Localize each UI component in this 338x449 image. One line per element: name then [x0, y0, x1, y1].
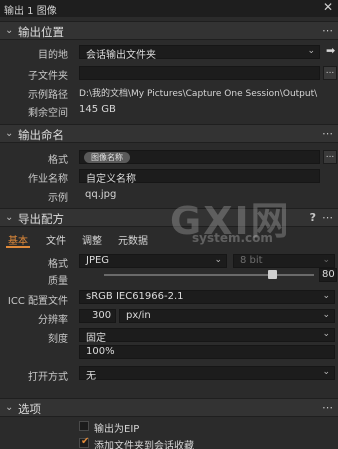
quality-value: 80	[322, 269, 335, 280]
job-name-value: 自定义名称	[86, 174, 136, 185]
format-label: 格式	[48, 155, 68, 166]
more-icon[interactable]: ⋯	[322, 24, 333, 37]
resolution-label: 分辨率	[38, 315, 68, 326]
section-header-output-location[interactable]: ⌄ 输出位置 ⋯	[0, 21, 338, 40]
help-icon[interactable]: ?	[310, 211, 316, 224]
active-tab-indicator	[6, 246, 30, 248]
example-label: 示例	[48, 193, 68, 204]
checkmark-icon: ✔	[81, 436, 90, 447]
window-title: 输出 1 图像	[4, 6, 57, 17]
format-edit-button[interactable]: ...	[323, 150, 337, 164]
eip-label: 输出为EIP	[94, 424, 140, 435]
tab-metadata[interactable]: 元数据	[118, 232, 148, 247]
space-value: 145 GB	[79, 104, 116, 115]
resolution-unit-select[interactable]: px/in ⌄	[119, 309, 335, 323]
add-to-album-checkbox[interactable]: ✔	[79, 436, 90, 448]
dropdown-arrow-icon: ⌄	[214, 255, 222, 265]
section-title: 选项	[18, 402, 41, 416]
icc-profile-select[interactable]: sRGB IEC61966-2.1 ⌄	[79, 290, 335, 304]
destination-value: 会话输出文件夹	[86, 50, 156, 61]
subfolder-input[interactable]	[79, 66, 320, 80]
dropdown-arrow-icon: ⌄	[322, 291, 330, 301]
chevron-down-icon: ⌄	[5, 128, 14, 139]
resolution-value: 300	[92, 310, 112, 321]
add-to-album-label: 添加文件夹到会话收藏	[94, 441, 194, 449]
subfolder-browse-button[interactable]: ...	[323, 66, 337, 80]
section-title: 输出位置	[18, 25, 64, 39]
watermark-subtext: system.com	[192, 231, 273, 245]
dropdown-arrow-icon: ⌄	[322, 329, 330, 339]
section-title: 导出配方	[18, 212, 64, 226]
scale-value: 固定	[86, 333, 106, 344]
resolution-unit-value: px/in	[126, 310, 151, 321]
destination-select[interactable]: 会话输出文件夹 ⌄	[79, 45, 320, 61]
more-icon[interactable]: ⋯	[322, 211, 333, 224]
section-title: 输出命名	[18, 128, 64, 142]
open-with-value: 无	[86, 371, 96, 382]
dropdown-arrow-icon: ⌄	[322, 255, 330, 265]
eip-checkbox[interactable]	[79, 421, 89, 431]
tab-adjust[interactable]: 调整	[82, 232, 102, 247]
file-format-select[interactable]: JPEG ⌄	[79, 254, 227, 268]
naming-format-field[interactable]: 图像名称	[79, 150, 320, 164]
more-icon[interactable]: ⋯	[322, 401, 333, 414]
space-label: 剩余空间	[28, 108, 68, 119]
scale-percent-value: 100%	[86, 346, 115, 357]
icc-profile-label: ICC 配置文件	[7, 296, 68, 307]
title-bar: 输出 1 图像 ✕	[0, 0, 338, 17]
open-with-label: 打开方式	[28, 372, 68, 383]
chevron-down-icon: ⌄	[5, 212, 14, 223]
dropdown-arrow-icon: ⌄	[322, 367, 330, 377]
open-with-select[interactable]: 无 ⌄	[79, 366, 335, 382]
dropdown-arrow-icon: ⌄	[307, 46, 315, 56]
sample-path-value: D:\我的文档\My Pictures\Capture One Session\…	[79, 89, 318, 99]
tab-file[interactable]: 文件	[46, 232, 66, 247]
format-label: 格式	[48, 259, 68, 270]
chevron-down-icon: ⌄	[5, 402, 14, 413]
close-icon[interactable]: ✕	[323, 0, 333, 14]
quality-slider-handle[interactable]	[268, 270, 277, 279]
resolution-input[interactable]: 300	[79, 309, 116, 323]
dropdown-arrow-icon: ⌄	[322, 310, 330, 320]
subfolder-label: 子文件夹	[28, 71, 68, 82]
job-name-input[interactable]: 自定义名称	[79, 169, 320, 185]
scale-percent-input[interactable]: 100%	[79, 345, 335, 359]
chevron-down-icon: ⌄	[5, 25, 14, 36]
tab-basic[interactable]: 基本	[8, 232, 28, 247]
section-header-options[interactable]: ⌄ 选项 ⋯	[0, 398, 338, 417]
file-format-value: JPEG	[86, 255, 110, 266]
scale-select[interactable]: 固定 ⌄	[79, 328, 335, 344]
bit-depth-select[interactable]: 8 bit ⌄	[233, 254, 335, 268]
bit-depth-value: 8 bit	[240, 255, 263, 266]
destination-label: 目的地	[38, 50, 68, 61]
icc-profile-value: sRGB IEC61966-2.1	[86, 291, 184, 302]
example-value: qq.jpg	[85, 189, 117, 200]
quality-label: 质量	[48, 276, 68, 287]
arrow-right-icon[interactable]: ➡	[326, 44, 335, 57]
more-icon[interactable]: ⋯	[322, 127, 333, 140]
quality-slider-track[interactable]	[104, 274, 314, 276]
quality-value-field[interactable]: 80	[319, 268, 337, 282]
image-name-token[interactable]: 图像名称	[84, 152, 130, 163]
scale-label: 刻度	[48, 334, 68, 345]
sample-path-label: 示例路径	[28, 90, 68, 101]
job-name-label: 作业名称	[28, 174, 68, 185]
section-header-output-naming[interactable]: ⌄ 输出命名 ⋯	[0, 124, 338, 143]
